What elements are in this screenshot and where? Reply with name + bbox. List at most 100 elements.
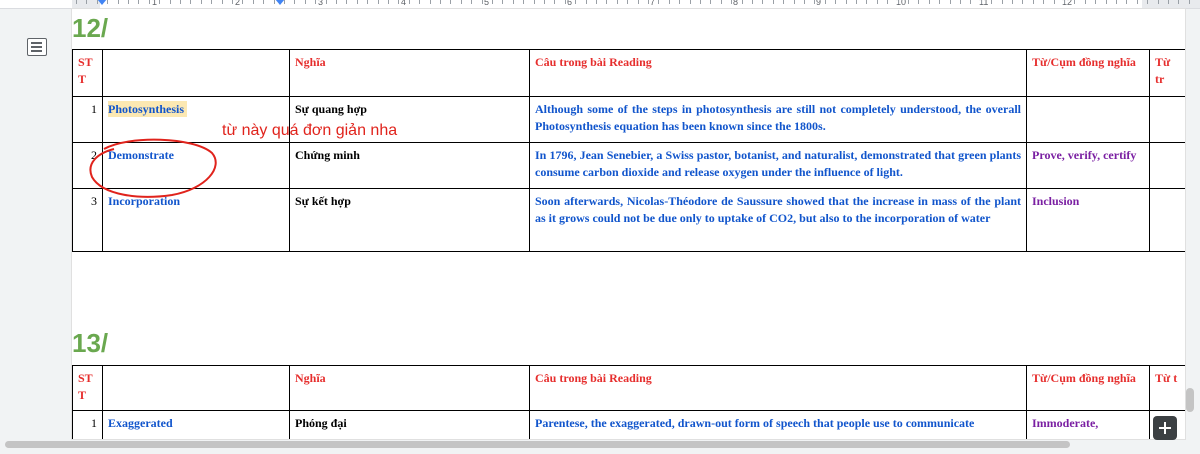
ruler-tick — [138, 0, 139, 4]
ruler-tick — [86, 0, 87, 4]
document-outline-icon[interactable] — [27, 38, 47, 56]
table-header-row: ST T Nghĩa Câu trong bài Reading Từ/Cụm … — [72, 365, 1185, 411]
ruler-tick — [1002, 0, 1003, 4]
ruler-tick — [596, 0, 597, 4]
row-number: 1 — [72, 410, 103, 439]
ruler-tick — [606, 0, 607, 4]
ruler-tick — [367, 0, 368, 4]
ruler-tick — [107, 0, 108, 4]
ruler-tick — [918, 0, 919, 4]
highlighted-word[interactable]: Photosynthesis — [108, 101, 188, 117]
vocab-table: ST T Nghĩa Câu trong bài Reading Từ/Cụm … — [72, 49, 1185, 252]
ruler-number: 7 — [650, 0, 656, 7]
ruler-tick — [991, 0, 992, 4]
ruler-tick — [554, 0, 555, 4]
ruler-tick — [617, 0, 618, 4]
ruler-tick — [814, 0, 815, 4]
reading-sentence[interactable]: Parentese, the exaggerated, drawn-out fo… — [529, 410, 1027, 439]
vocab-meaning[interactable]: Chứng minh — [289, 142, 530, 189]
ruler-tick — [284, 0, 285, 4]
vocab-table: ST T Nghĩa Câu trong bài Reading Từ/Cụm … — [72, 365, 1185, 439]
ruler-tick — [419, 0, 420, 4]
ruler-tick — [534, 0, 535, 4]
col-header-stt: ST T — [72, 49, 103, 97]
ruler-tick — [1178, 0, 1179, 4]
ruler-tick — [1012, 0, 1013, 4]
ruler-tick — [960, 0, 961, 4]
horizontal-scrollbar[interactable] — [0, 440, 1200, 454]
ruler-tick — [502, 0, 503, 4]
ruler-tick — [461, 0, 462, 4]
ruler-tick — [710, 0, 711, 4]
ruler-tick — [794, 0, 795, 4]
vocab-word[interactable]: Exaggerated — [102, 410, 290, 439]
ruler-tick — [1033, 0, 1034, 4]
horizontal-scrollbar-thumb[interactable] — [5, 441, 1070, 448]
table-row: 1 Exaggerated Phóng đại Parentese, the e… — [72, 410, 1185, 439]
section-heading: 13/ — [72, 328, 109, 358]
ruler-tick — [908, 0, 909, 4]
ruler-tick — [253, 0, 254, 4]
col-header-sentence: Câu trong bài Reading — [529, 49, 1027, 97]
extra-cell[interactable] — [1149, 188, 1185, 252]
vertical-scrollbar[interactable] — [1186, 388, 1194, 412]
ruler-tick — [939, 0, 940, 4]
document-page[interactable]: 12/ ST T Nghĩa Câu trong bài Reading Từ/… — [72, 9, 1185, 439]
left-indent-icon[interactable] — [97, 0, 107, 7]
ruler-tick — [846, 0, 847, 4]
ruler-tick — [1064, 0, 1065, 4]
synonym-cell[interactable]: Immoderate, — [1026, 410, 1150, 439]
ruler-tick — [877, 0, 878, 4]
col-header-synonym: Từ/Cụm đồng nghĩa — [1026, 49, 1150, 97]
ruler-tick — [1189, 0, 1190, 4]
col-header-stt: ST T — [72, 365, 103, 411]
extra-cell[interactable] — [1149, 96, 1185, 143]
ruler-tick — [263, 0, 264, 4]
ruler-tick — [294, 0, 295, 4]
reading-sentence[interactable]: Soon afterwards, Nicolas-Théodore de Sau… — [529, 188, 1027, 252]
extra-cell[interactable] — [1149, 142, 1185, 189]
ruler-tick — [773, 0, 774, 4]
vocab-meaning[interactable]: Phóng đại — [289, 410, 530, 439]
ruler-tick — [638, 0, 639, 4]
ruler-tick — [648, 0, 649, 4]
ruler-tick — [274, 0, 275, 4]
ruler-tick — [118, 0, 119, 4]
synonym-cell[interactable]: Inclusion — [1026, 188, 1150, 252]
ruler-tick — [305, 0, 306, 4]
ruler-tick — [835, 0, 836, 4]
synonym-cell[interactable]: Prove, verify, certify — [1026, 142, 1150, 189]
ruler-tick — [232, 0, 233, 4]
col-header-more: Từ t — [1149, 365, 1185, 411]
add-comment-icon[interactable] — [1153, 416, 1177, 440]
ruler-tick — [180, 0, 181, 4]
ruler-number: 6 — [567, 0, 573, 7]
ruler-tick — [1085, 0, 1086, 4]
red-circle-annotation — [89, 138, 217, 198]
ruler-tick — [378, 0, 379, 4]
ruler-tick — [315, 0, 316, 4]
ruler-tick — [1147, 0, 1148, 4]
ruler-number: 4 — [401, 0, 407, 7]
ruler-tick — [742, 0, 743, 4]
ruler-tick — [440, 0, 441, 4]
ruler-tick — [856, 0, 857, 4]
ruler-tick — [1137, 0, 1138, 4]
table-row: 2 Demonstrate Chứng minh In 1796, Jean S… — [72, 142, 1185, 189]
ruler-tick — [825, 0, 826, 4]
ruler-number: 2 — [235, 0, 241, 7]
reading-sentence[interactable]: Although some of the steps in photosynth… — [529, 96, 1027, 143]
synonym-cell[interactable] — [1026, 96, 1150, 143]
ruler-tick — [1158, 0, 1159, 4]
ruler-tick — [357, 0, 358, 4]
ruler-tick — [565, 0, 566, 4]
ruler-tick — [450, 0, 451, 4]
ruler-tick — [544, 0, 545, 4]
ruler-number: 1 — [152, 0, 158, 7]
ruler-tick — [211, 0, 212, 4]
reading-sentence[interactable]: In 1796, Jean Senebier, a Swiss pastor, … — [529, 142, 1027, 189]
vocab-meaning[interactable]: Sự kết hợp — [289, 188, 530, 252]
ruler-tick — [1095, 0, 1096, 4]
ruler[interactable]: 1 2 3 4 5 6 7 8 9 10 11 12 — [0, 0, 1200, 9]
ruler-tick — [76, 0, 77, 4]
